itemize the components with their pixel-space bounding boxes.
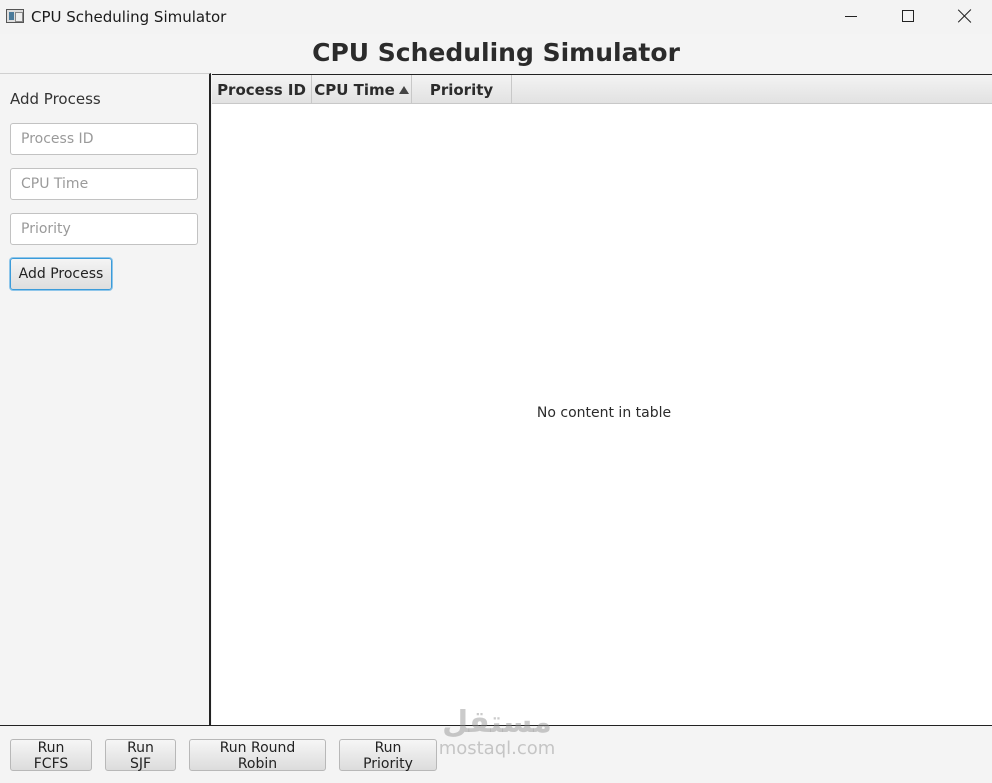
process-id-input[interactable] xyxy=(10,123,198,155)
column-header-label: Priority xyxy=(429,80,494,99)
column-header-label: CPU Time xyxy=(314,80,395,99)
column-header-priority[interactable]: Priority xyxy=(412,75,512,104)
column-header-process-id[interactable]: Process ID xyxy=(212,75,312,104)
cpu-time-input[interactable] xyxy=(10,168,198,200)
close-button[interactable] xyxy=(936,0,992,32)
app-window-icon xyxy=(6,9,24,23)
minimize-button[interactable] xyxy=(822,0,880,32)
run-priority-button[interactable]: Run Priority xyxy=(339,739,437,772)
run-controls-bar: Run FCFS Run SJF Run Round Robin Run Pri… xyxy=(0,725,992,783)
run-sjf-button[interactable]: Run SJF xyxy=(105,739,176,772)
maximize-button[interactable] xyxy=(879,0,937,32)
column-header-cpu-time[interactable]: CPU Time xyxy=(312,75,412,104)
page-title: CPU Scheduling Simulator xyxy=(312,38,680,67)
minimize-icon xyxy=(845,15,857,17)
add-process-panel: Add Process Add Process xyxy=(0,73,211,725)
process-table[interactable]: Process ID CPU Time Priority No content … xyxy=(212,74,992,725)
run-fcfs-button[interactable]: Run FCFS xyxy=(10,739,92,772)
add-process-button[interactable]: Add Process xyxy=(10,258,112,290)
priority-input[interactable] xyxy=(10,213,198,245)
column-header-label: Process ID xyxy=(217,80,306,99)
empty-table-message: No content in table xyxy=(536,405,672,421)
table-header: Process ID CPU Time Priority xyxy=(212,75,992,104)
maximize-icon xyxy=(902,10,914,22)
window-title: CPU Scheduling Simulator xyxy=(31,8,227,26)
panel-title: Add Process xyxy=(10,90,101,108)
sort-ascending-icon xyxy=(398,85,409,94)
app-window: CPU Scheduling Simulator CPU Scheduling … xyxy=(0,0,992,783)
run-round-robin-button[interactable]: Run Round Robin xyxy=(189,739,326,772)
title-bar: CPU Scheduling Simulator xyxy=(0,0,992,34)
close-icon xyxy=(958,9,972,23)
